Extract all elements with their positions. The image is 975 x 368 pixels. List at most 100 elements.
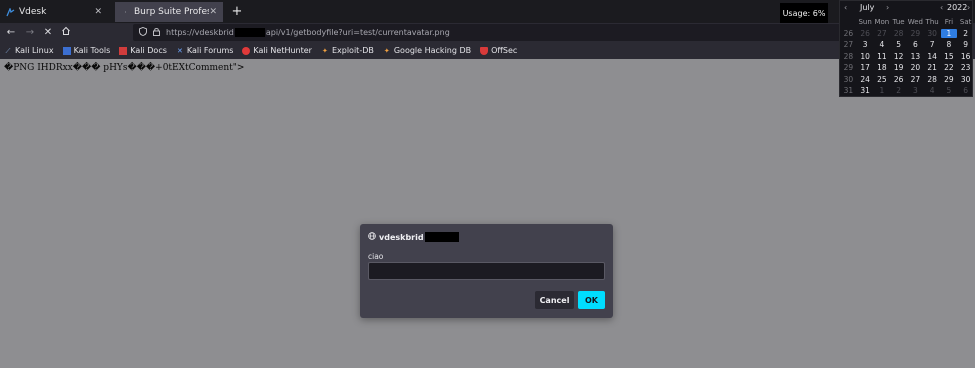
calendar-day[interactable]: 1 [940,28,958,38]
redaction-box [424,232,459,242]
calendar-day[interactable]: 6 [907,40,924,49]
url-suffix: api/v1/getbodyfile?uri=test/currentavata… [265,28,450,37]
exploit-db-icon: ✦ [322,46,328,55]
page-icon: · [124,7,127,17]
stop-button[interactable]: ✕ [41,25,55,39]
calendar-day[interactable]: 21 [924,63,941,72]
week-number: 30 [843,74,854,84]
bookmark-kali-linux[interactable]: ⟋ Kali Linux [4,46,54,55]
calendar-day[interactable]: 4 [874,40,891,49]
weekday-label: Wed [907,17,923,26]
bookmark-exploit-db[interactable]: ✦ Exploit-DB [321,46,374,55]
calendar-day[interactable]: 17 [857,63,874,72]
tab-burp[interactable]: · Burp Suite Professional ✕ [115,2,223,22]
calendar-day[interactable]: 25 [874,75,891,84]
calendar-week-row: 30 24 25 26 27 28 29 30 [840,74,974,86]
calendar-day[interactable]: 4 [924,86,941,95]
calendar-day[interactable]: 22 [941,63,958,72]
calendar-day[interactable]: 14 [924,52,941,61]
week-number: 29 [843,63,854,73]
back-button[interactable]: ← [4,25,18,39]
calendar-day[interactable]: 12 [890,52,907,61]
calendar-header: ‹ July › ‹ 2022 › [840,3,974,15]
calendar-day[interactable]: 3 [857,40,874,49]
calendar-day[interactable]: 7 [924,40,941,49]
kali-icon: ⟋ [5,46,11,55]
calendar-day[interactable]: 23 [957,63,974,72]
calendar-day[interactable]: 30 [924,29,941,38]
calendar-day[interactable]: 11 [874,52,891,61]
week-number: 28 [843,51,854,61]
calendar-day[interactable]: 26 [890,75,907,84]
close-icon[interactable]: ✕ [94,7,102,17]
bookmark-offsec[interactable]: OffSec [480,46,517,55]
arrow-right-icon: → [25,26,35,38]
calendar-grid: Sun Mon Tue Wed Thu Fri Sat 26 26 27 28 29 30 1 2 27 3 4… [840,16,974,97]
ok-button[interactable]: OK [578,291,605,309]
forward-button[interactable]: → [23,25,37,39]
tab-strip: Vdesk ✕ · Burp Suite Professional ✕ + Us… [0,0,975,23]
nethunter-icon [242,46,251,55]
calendar-day[interactable]: 2 [957,29,974,38]
close-icon[interactable]: ✕ [209,7,217,17]
calendar-day[interactable]: 31 [857,86,874,95]
calendar-day[interactable]: 15 [941,52,958,61]
bookmark-kali-docs[interactable]: Kali Docs [119,46,167,55]
calendar-day[interactable]: 9 [957,40,974,49]
nav-bar: ← → ✕ https://vdeskbrid api/v1/getbodyfi… [0,23,975,42]
calendar-day[interactable]: 28 [924,75,941,84]
calendar-day[interactable]: 26 [857,29,874,38]
prev-year-button[interactable]: ‹ [940,3,943,12]
week-number: 26 [843,28,854,38]
calendar-day[interactable]: 27 [874,29,891,38]
calendar-week-row: 26 26 27 28 29 30 1 2 [840,28,974,40]
calendar-day[interactable]: 5 [941,86,958,95]
calendar-day[interactable]: 27 [907,75,924,84]
calendar-day[interactable]: 24 [857,75,874,84]
cancel-button[interactable]: Cancel [535,291,574,309]
next-month-button[interactable]: › [886,3,889,12]
calendar-day[interactable]: 29 [907,29,924,38]
calendar-day[interactable]: 6 [957,86,974,95]
new-tab-button[interactable]: + [228,3,246,21]
calendar-day[interactable]: 28 [890,29,907,38]
calendar-day[interactable]: 8 [941,40,958,49]
prev-month-button[interactable]: ‹ [844,3,847,12]
arrow-left-icon: ← [6,26,16,38]
calendar-day[interactable]: 2 [890,86,907,95]
lock-icon [153,27,160,38]
weekday-label: Mon [874,17,890,26]
bookmark-kali-nethunter[interactable]: Kali NetHunter [242,46,312,55]
bookmark-label: OffSec [491,46,518,55]
calendar-day[interactable]: 3 [907,86,924,95]
calendar-day[interactable]: 1 [874,86,891,95]
tab-vdesk[interactable]: Vdesk ✕ [0,2,108,22]
usage-indicator: Usage: 6% [780,3,828,23]
calendar-day[interactable]: 16 [957,52,974,61]
dialog-host: vdeskbrid [379,232,424,242]
weekday-label: Thu [925,17,939,26]
url-bar[interactable]: https://vdeskbrid api/v1/getbodyfile?uri… [133,24,849,41]
home-button[interactable] [59,25,73,39]
calendar-day[interactable]: 18 [874,63,891,72]
calendar-day[interactable]: 20 [907,63,924,72]
bookmark-label: Kali Docs [130,46,167,55]
bookmark-google-hacking-db[interactable]: ✦ Google Hacking DB [383,46,471,55]
next-year-button[interactable]: › [967,3,970,12]
calendar-day[interactable]: 13 [907,52,924,61]
calendar-day[interactable]: 29 [941,75,958,84]
prompt-input[interactable] [368,262,605,280]
bookmark-label: Kali Linux [15,46,54,55]
calendar-day[interactable]: 10 [857,52,874,61]
calendar-day[interactable]: 5 [890,40,907,49]
bookmark-kali-tools[interactable]: Kali Tools [62,46,110,55]
redaction-box [234,28,265,37]
bookmark-kali-forums[interactable]: ✕ Kali Forums [176,46,233,55]
page-content: �PNG IHDRxx��� pHYs���+0tEXtComment"> [0,59,975,368]
calendar-day[interactable]: 30 [957,75,974,84]
offsec-icon [480,46,489,55]
calendar-day[interactable]: 19 [890,63,907,72]
close-icon: ✕ [43,26,53,38]
bookmark-label: Google Hacking DB [393,46,472,55]
calendar-week-row: 27 3 4 5 6 7 8 9 [840,39,974,51]
